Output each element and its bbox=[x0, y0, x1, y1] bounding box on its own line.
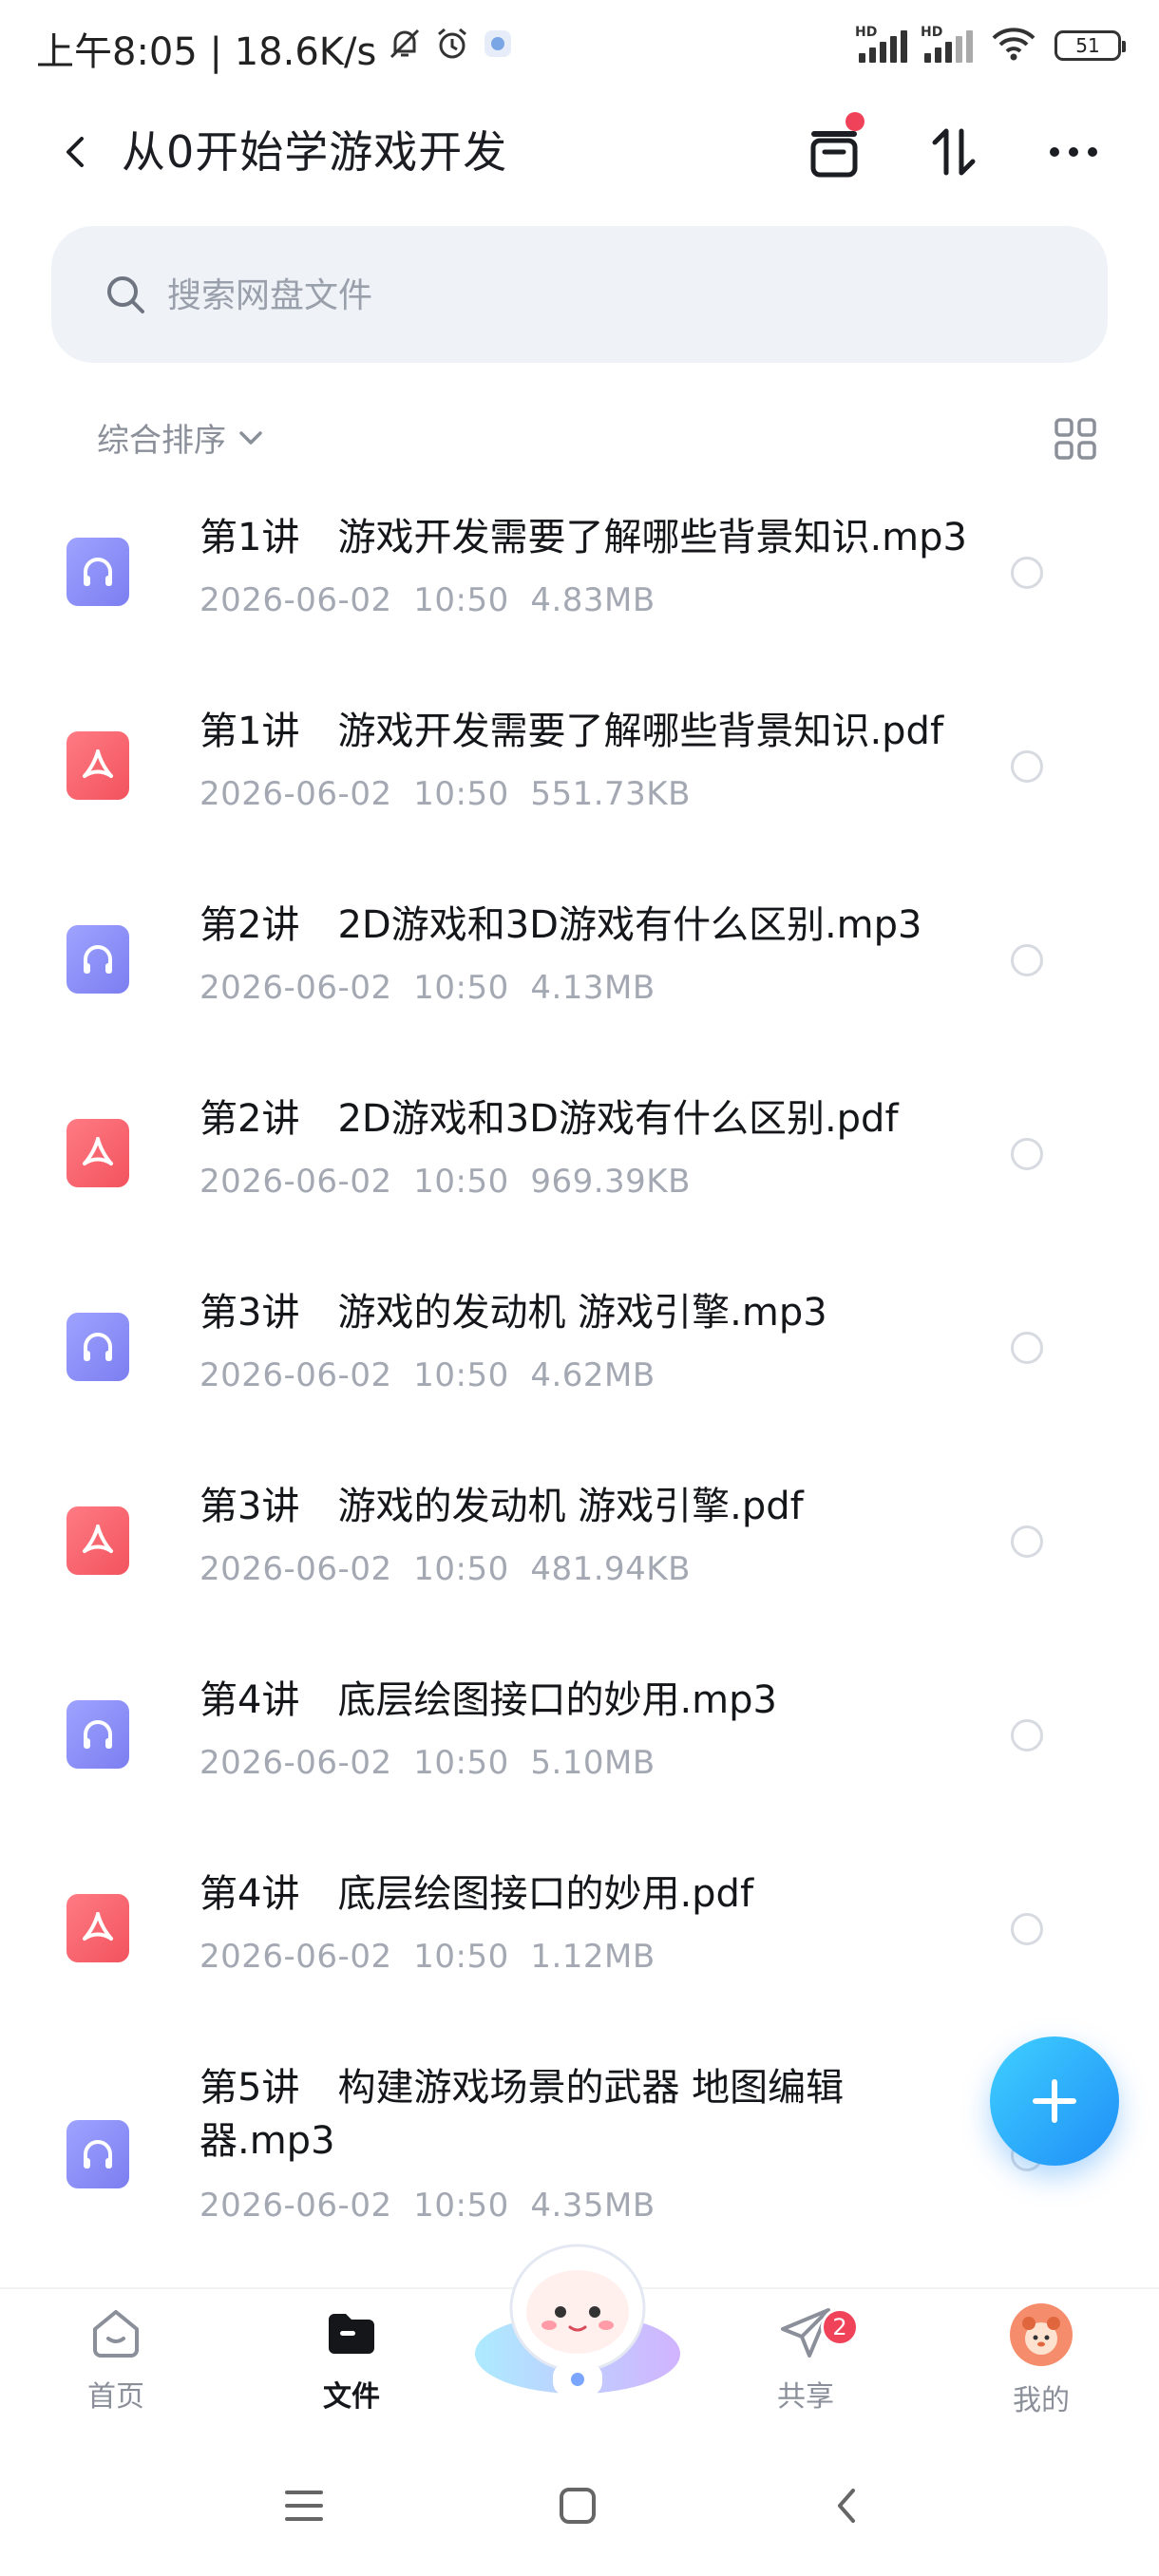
search-icon bbox=[107, 276, 144, 313]
app-notification-icon bbox=[481, 27, 515, 70]
plus-icon bbox=[1033, 2079, 1076, 2123]
pdf-file-icon bbox=[66, 1506, 129, 1575]
chevron-left-icon bbox=[838, 2489, 855, 2523]
inbox-icon bbox=[810, 131, 858, 178]
menu-icon bbox=[285, 2491, 323, 2521]
file-meta: 2026-06-02 10:50 1.12MB bbox=[200, 1938, 656, 1976]
file-name: 第1讲 游戏开发需要了解哪些背景知识.mp3 bbox=[200, 516, 967, 559]
home-icon bbox=[93, 2310, 139, 2358]
file-meta: 2026-06-02 10:50 481.94KB bbox=[200, 1550, 691, 1588]
nav-item-home[interactable]: 首页 bbox=[49, 2302, 182, 2415]
sort-label: 综合排序 bbox=[97, 422, 226, 460]
wifi-icon bbox=[990, 25, 1037, 66]
pdf-file-icon bbox=[66, 1119, 129, 1187]
pdf-file-icon bbox=[66, 1894, 129, 1962]
more-horizontal-icon bbox=[1050, 147, 1097, 157]
alarm-icon bbox=[433, 25, 471, 72]
grid-view-button[interactable] bbox=[1053, 416, 1098, 462]
transfer-list-button[interactable] bbox=[800, 112, 868, 186]
back-system-button[interactable] bbox=[819, 2477, 876, 2534]
search-bar[interactable] bbox=[51, 226, 1108, 363]
recent-apps-button[interactable] bbox=[276, 2477, 332, 2534]
nav-label: 文件 bbox=[323, 2380, 380, 2414]
file-item[interactable]: 第5讲 构建游戏场景的武器 地图编辑器.mp3 2026-06-02 10:50… bbox=[0, 2035, 1159, 2263]
file-item[interactable]: 第2讲 2D游戏和3D游戏有什么区别.pdf 2026-06-02 10:50 … bbox=[0, 1066, 1159, 1260]
nav-label: 共享 bbox=[777, 2380, 834, 2414]
home-system-button[interactable] bbox=[549, 2477, 606, 2534]
share-badge: 2 bbox=[821, 2308, 859, 2346]
more-options-button[interactable] bbox=[1039, 118, 1108, 186]
file-meta: 2026-06-02 10:50 551.73KB bbox=[200, 775, 691, 813]
folder-icon bbox=[329, 2314, 374, 2354]
file-name: 第3讲 游戏的发动机 游戏引擎.mp3 bbox=[200, 1291, 827, 1335]
file-name: 第4讲 底层绘图接口的妙用.pdf bbox=[200, 1872, 754, 1916]
select-radio[interactable] bbox=[1011, 1719, 1043, 1752]
select-radio[interactable] bbox=[1011, 1332, 1043, 1364]
file-item[interactable]: 第3讲 游戏的发动机 游戏引擎.mp3 2026-06-02 10:50 4.6… bbox=[0, 1260, 1159, 1453]
nav-item-files[interactable]: 文件 bbox=[285, 2302, 418, 2415]
sort-toolbar: 综合排序 bbox=[0, 408, 1159, 469]
square-icon bbox=[560, 2488, 596, 2524]
signal-icon: HD bbox=[921, 25, 973, 63]
sort-dropdown[interactable]: 综合排序 bbox=[97, 414, 266, 461]
audio-file-icon bbox=[66, 1700, 129, 1769]
notification-dot bbox=[846, 112, 864, 131]
add-button[interactable] bbox=[990, 2036, 1119, 2166]
grid-icon bbox=[1054, 418, 1096, 460]
file-item[interactable]: 第1讲 游戏开发需要了解哪些背景知识.mp3 2026-06-02 10:50 … bbox=[0, 484, 1159, 678]
select-radio[interactable] bbox=[1011, 750, 1043, 783]
file-list: 第1讲 游戏开发需要了解哪些背景知识.mp3 2026-06-02 10:50 … bbox=[0, 484, 1159, 2263]
file-meta: 2026-06-02 10:50 969.39KB bbox=[200, 1163, 691, 1201]
battery-indicator: 51 bbox=[1054, 30, 1126, 61]
file-item[interactable]: 第1讲 游戏开发需要了解哪些背景知识.pdf 2026-06-02 10:50 … bbox=[0, 678, 1159, 872]
nav-label: 我的 bbox=[1013, 2384, 1070, 2417]
system-navigation-bar bbox=[0, 2439, 1159, 2576]
mute-icon bbox=[386, 25, 424, 72]
file-item[interactable]: 第3讲 游戏的发动机 游戏引擎.pdf 2026-06-02 10:50 481… bbox=[0, 1453, 1159, 1647]
file-meta: 2026-06-02 10:50 4.62MB bbox=[200, 1356, 656, 1394]
top-app-bar: 从0开始学游戏开发 bbox=[0, 104, 1159, 199]
file-name: 第4讲 底层绘图接口的妙用.mp3 bbox=[200, 1678, 777, 1722]
file-name: 第1讲 游戏开发需要了解哪些背景知识.pdf bbox=[200, 710, 944, 753]
audio-file-icon bbox=[66, 538, 129, 606]
chevron-left-icon bbox=[66, 137, 84, 167]
search-input[interactable] bbox=[165, 260, 1024, 331]
file-name: 第2讲 2D游戏和3D游戏有什么区别.mp3 bbox=[200, 903, 922, 947]
file-name: 第3讲 游戏的发动机 游戏引擎.pdf bbox=[200, 1485, 804, 1528]
sort-order-button[interactable] bbox=[920, 118, 988, 186]
page-title: 从0开始学游戏开发 bbox=[122, 126, 508, 178]
audio-file-icon bbox=[66, 925, 129, 994]
file-meta: 2026-06-02 10:50 4.13MB bbox=[200, 969, 656, 1007]
nav-label: 首页 bbox=[87, 2380, 144, 2414]
select-radio[interactable] bbox=[1011, 1138, 1043, 1170]
nav-item-me[interactable]: 我的 bbox=[975, 2302, 1108, 2418]
mascot-icon bbox=[475, 2244, 680, 2396]
select-radio[interactable] bbox=[1011, 1913, 1043, 1945]
sort-arrows-icon bbox=[932, 128, 976, 176]
signal-icon: HD bbox=[855, 25, 907, 63]
file-name: 第2讲 2D游戏和3D游戏有什么区别.pdf bbox=[200, 1097, 899, 1141]
file-item[interactable]: 第2讲 2D游戏和3D游戏有什么区别.mp3 2026-06-02 10:50 … bbox=[0, 872, 1159, 1066]
file-name: 第5讲 构建游戏场景的武器 地图编辑器.mp3 bbox=[200, 2066, 845, 2163]
audio-file-icon bbox=[66, 2120, 129, 2188]
file-meta: 2026-06-02 10:50 5.10MB bbox=[200, 1744, 656, 1782]
chevron-down-icon bbox=[239, 430, 262, 445]
select-radio[interactable] bbox=[1011, 1525, 1043, 1558]
file-item[interactable]: 第4讲 底层绘图接口的妙用.mp3 2026-06-02 10:50 5.10M… bbox=[0, 1647, 1159, 1841]
avatar bbox=[1010, 2303, 1073, 2366]
pdf-file-icon bbox=[66, 731, 129, 800]
nav-item-share[interactable]: 2 共享 bbox=[739, 2302, 872, 2415]
file-meta: 2026-06-02 10:50 4.35MB bbox=[200, 2187, 656, 2225]
select-radio[interactable] bbox=[1011, 944, 1043, 976]
status-time-speed: 上午8:05 | 18.6K/s bbox=[36, 30, 377, 74]
assistant-mascot-button[interactable] bbox=[471, 2232, 684, 2403]
audio-file-icon bbox=[66, 1313, 129, 1381]
file-meta: 2026-06-02 10:50 4.83MB bbox=[200, 581, 656, 619]
status-bar: 上午8:05 | 18.6K/s HD HD 51 bbox=[0, 0, 1159, 95]
select-radio[interactable] bbox=[1011, 557, 1043, 589]
back-button[interactable] bbox=[48, 123, 104, 180]
file-item[interactable]: 第4讲 底层绘图接口的妙用.pdf 2026-06-02 10:50 1.12M… bbox=[0, 1841, 1159, 2035]
